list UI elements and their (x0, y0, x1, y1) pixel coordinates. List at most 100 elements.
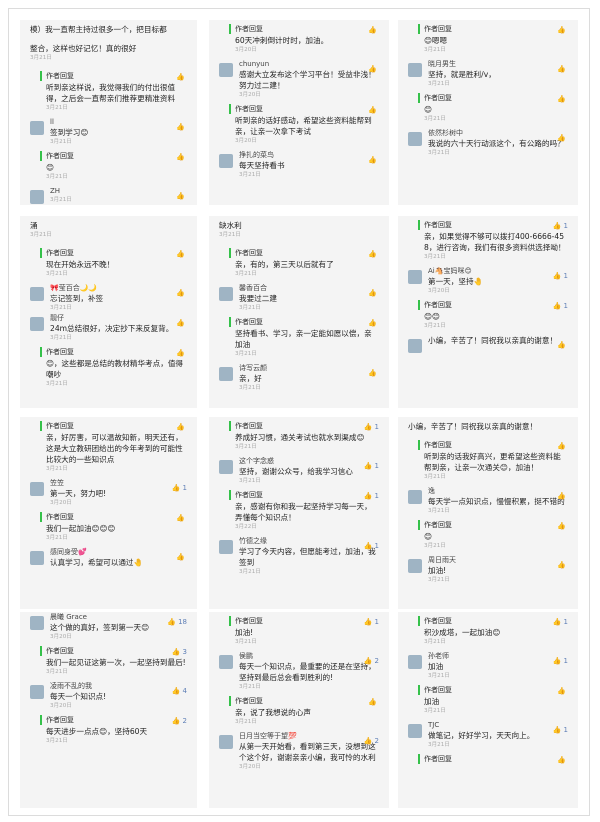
like-button[interactable]: 👍 1 (364, 423, 379, 431)
commenter-name: 依然杉树中 (428, 129, 463, 137)
comment-text: 认真学习，希望可以通过🤚 (50, 558, 143, 567)
author-label: 作者回复 (424, 25, 452, 33)
avatar[interactable] (408, 339, 422, 353)
avatar[interactable] (30, 685, 44, 699)
avatar[interactable] (408, 559, 422, 573)
like-button[interactable]: 👍 (176, 73, 187, 81)
avatar[interactable] (30, 190, 44, 204)
like-button[interactable]: 👍 1 (553, 272, 568, 280)
like-button[interactable]: 👍 (176, 250, 187, 258)
like-button[interactable]: 👍 (176, 349, 187, 357)
commenter-name: 🎀莹百合🌙🌙 (50, 284, 98, 292)
avatar[interactable] (219, 460, 233, 474)
like-button[interactable]: 👍 1 (364, 618, 379, 626)
like-button[interactable]: 👍 (557, 756, 568, 764)
avatar[interactable] (408, 270, 422, 284)
like-button[interactable]: 👍 (176, 423, 187, 431)
like-button[interactable]: 👍 1 (553, 657, 568, 665)
like-button[interactable]: 👍 1 (364, 462, 379, 470)
like-button[interactable]: 👍 (557, 522, 568, 530)
like-button[interactable]: 👍 (557, 561, 568, 569)
like-button[interactable]: 👍 (368, 698, 379, 706)
like-button[interactable]: 👍 1 (172, 484, 187, 492)
author-reply: 作者回复 听到亲这样说，我觉得我们的付出很值得，之后会一直帮亲们推荐更精准资料 3月… (40, 67, 187, 117)
like-button[interactable]: 👍 (368, 369, 379, 377)
like-button[interactable]: 👍 1 (553, 726, 568, 734)
like-button[interactable]: 👍 (368, 26, 379, 34)
comment-date: 3月21日 (239, 172, 261, 178)
like-button[interactable]: 👍 (557, 492, 568, 500)
like-count: 18 (178, 618, 187, 626)
like-button[interactable]: 👍 1 (364, 492, 379, 500)
reply-text: 听到亲的话我好高兴，更希望这些资料能帮到亲，让亲一次通关😊，加油！ (424, 452, 561, 472)
avatar[interactable] (219, 63, 233, 77)
author-label: 作者回复 (46, 647, 74, 655)
like-button[interactable]: 👍 (368, 319, 379, 327)
like-button[interactable]: 👍 2 (364, 737, 379, 745)
like-button[interactable]: 👍 (176, 514, 187, 522)
like-button[interactable]: 👍 (557, 442, 568, 450)
like-count: 1 (374, 618, 379, 626)
avatar[interactable] (219, 735, 233, 749)
comment-item: 感同身受💕 认真学习，希望可以通过🤚 👍 (30, 547, 187, 568)
like-button[interactable]: 👍 (557, 95, 568, 103)
avatar[interactable] (219, 367, 233, 381)
avatar[interactable] (219, 154, 233, 168)
comment-panel: 作者回复 60天冲刺倒计时时，加油。 3月20日 👍 chunyun 感谢大立发布这个学习… (209, 20, 389, 205)
like-count: 1 (374, 462, 379, 470)
like-button[interactable]: 👍 (557, 134, 568, 142)
avatar[interactable] (408, 63, 422, 77)
comment-date: 3月21日 (428, 150, 450, 156)
like-button[interactable]: 👍 2 (364, 657, 379, 665)
like-button[interactable]: 👍 (176, 553, 187, 561)
avatar[interactable] (30, 121, 44, 135)
like-button[interactable]: 👍 (176, 192, 187, 200)
thumbs-up-icon: 👍 (368, 289, 377, 297)
like-button[interactable]: 👍 (557, 26, 568, 34)
avatar[interactable] (30, 551, 44, 565)
like-button[interactable]: 👍 (176, 319, 187, 327)
like-button[interactable]: 👍 18 (167, 618, 187, 626)
like-button[interactable]: 👍 (557, 341, 568, 349)
avatar[interactable] (408, 724, 422, 738)
like-button[interactable]: 👍 (368, 289, 379, 297)
like-button[interactable]: 👍 1 (364, 542, 379, 550)
like-button[interactable]: 👍 (176, 289, 187, 297)
avatar[interactable] (408, 490, 422, 504)
like-button[interactable]: 👍 (557, 687, 568, 695)
comment-text: 从第一天开始看，看到第三天，没想到这个这个好，谢谢亲亲小编，我可怜的水利 (239, 742, 376, 762)
avatar[interactable] (30, 317, 44, 331)
author-label: 作者回复 (235, 249, 263, 257)
like-count: 4 (182, 687, 187, 695)
like-button[interactable]: 👍 2 (172, 717, 187, 725)
avatar[interactable] (219, 655, 233, 669)
avatar[interactable] (30, 287, 44, 301)
avatar[interactable] (219, 287, 233, 301)
like-button[interactable]: 👍 (176, 123, 187, 131)
avatar[interactable] (30, 482, 44, 496)
like-button[interactable]: 👍 (368, 156, 379, 164)
like-button[interactable]: 👍 (368, 106, 379, 114)
commenter-name: 逸 (428, 487, 435, 495)
thumbs-up-icon: 👍 (176, 123, 185, 131)
like-button[interactable]: 👍 3 (172, 648, 187, 656)
avatar[interactable] (219, 540, 233, 554)
like-button[interactable]: 👍 (557, 65, 568, 73)
thumbs-up-icon: 👍 (176, 553, 185, 561)
like-button[interactable]: 👍 1 (553, 302, 568, 310)
comment-item: ZH 3月21日 👍 (30, 186, 187, 205)
thumbs-up-icon: 👍 (363, 542, 373, 550)
avatar[interactable] (408, 132, 422, 146)
reply-date: 3月21日 (424, 543, 446, 549)
like-button[interactable]: 👍 1 (553, 222, 568, 230)
comment-text: 做笔记，好好学习，天天向上。 (428, 731, 535, 740)
avatar[interactable] (408, 655, 422, 669)
like-button[interactable]: 👍 (176, 153, 187, 161)
like-button[interactable]: 👍 4 (172, 687, 187, 695)
avatar[interactable] (30, 616, 44, 630)
like-button[interactable]: 👍 1 (553, 618, 568, 626)
like-button[interactable]: 👍 (368, 65, 379, 73)
like-button[interactable]: 👍 (368, 250, 379, 258)
reply-text: 加油! (235, 628, 254, 637)
reply-text: 现在开始永远不晚！ (46, 260, 115, 269)
